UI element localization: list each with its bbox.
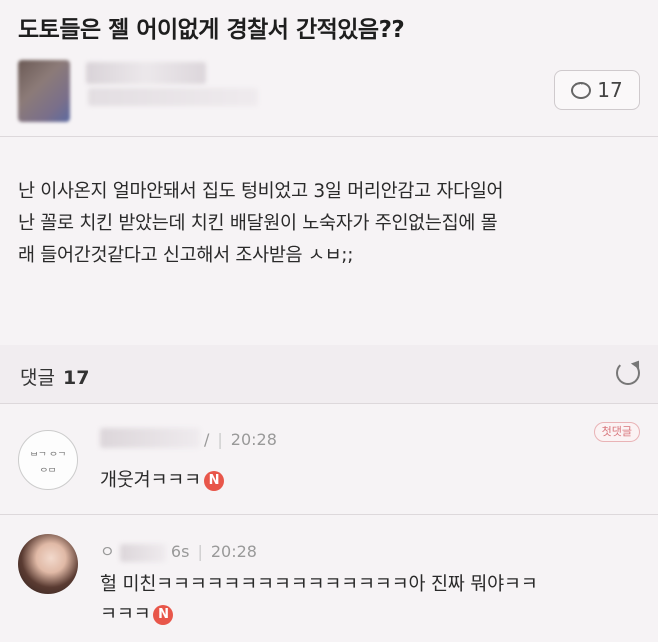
comments-label-text: 댓글 [20,367,55,389]
comment-time: 20:28 [210,542,257,561]
divider [0,136,658,137]
commenter-name-prefix: ㅇ [100,542,115,561]
post-body: 난 이사온지 얼마안돼서 집도 텅비었고 3일 머리안감고 자다일어 난 꼴로 … [18,176,638,272]
comment-text: 개웃겨ㅋㅋㅋ N [100,466,224,496]
new-badge-icon: N [203,471,224,491]
avatar-text: ᄇᄀ ᄋᄀ [30,452,66,462]
comment-item: ᄇᄀ ᄋᄀ ᄋᄆ / | 20:28 첫댓글 개웃겨ㅋㅋㅋ N [0,420,658,510]
speech-bubble-icon [571,77,592,99]
comment-item: ㅇ 6s | 20:28 헐 미친ㅋㅋㅋㅋㅋㅋㅋㅋㅋㅋㅋㅋㅋㅋㅋ아 진짜 뭐야ㅋㅋ … [0,526,658,642]
comments-header: 댓글 17 [0,345,658,403]
post-title: 도토들은 젤 어이없게 경찰서 간적있음?? [18,17,405,43]
comment-text-content: ㅋㅋㅋ [100,604,151,625]
first-comment-badge: 첫댓글 [593,422,640,442]
commenter-name-blurred[interactable] [119,543,166,562]
refresh-icon[interactable] [616,361,640,385]
comment-text: 헐 미친ㅋㅋㅋㅋㅋㅋㅋㅋㅋㅋㅋㅋㅋㅋㅋ아 진짜 뭐야ㅋㅋ ㅋㅋㅋ N [100,570,538,630]
comment-meta: / | 20:28 [204,430,277,449]
comment-text-content: 개웃겨ㅋㅋㅋ [100,470,201,491]
author-avatar[interactable] [18,60,70,122]
author-meta-blurred [88,88,258,106]
comment-text-line: 헐 미친ㅋㅋㅋㅋㅋㅋㅋㅋㅋㅋㅋㅋㅋㅋㅋ아 진짜 뭐야ㅋㅋ [100,574,538,595]
author-row: 17 [18,60,640,124]
comment-meta: ㅇ 6s | 20:28 [100,542,257,562]
commenter-name-suffix: 6s [170,542,190,561]
commenter-name-suffix: / [204,430,210,449]
post-body-line: 난 이사온지 얼마안돼서 집도 텅비었고 3일 머리안감고 자다일어 [18,181,504,202]
comment-text-line2: ㅋㅋㅋ N [100,600,538,630]
divider [0,514,658,515]
new-badge-icon: N [153,605,174,625]
comment-count-button[interactable]: 17 [554,70,640,110]
comment-count: 17 [597,78,623,102]
avatar-text: ᄋᄆ [39,468,57,478]
post-body-line: 래 들어간것같다고 신고해서 조사받음 ㅅㅂ;; [18,245,354,266]
comments-label: 댓글 17 [20,363,89,390]
commenter-name-blurred[interactable] [100,428,200,448]
commenter-avatar[interactable]: ᄇᄀ ᄋᄀ ᄋᄆ [18,430,78,490]
comments-count: 17 [62,367,90,389]
commenter-avatar[interactable] [18,534,78,594]
divider [0,403,658,404]
author-name-blurred[interactable] [86,62,206,84]
post-body-line: 난 꼴로 치킨 받았는데 치킨 배달원이 노숙자가 주인없는집에 몰 [18,213,498,234]
comment-time: 20:28 [230,430,277,449]
